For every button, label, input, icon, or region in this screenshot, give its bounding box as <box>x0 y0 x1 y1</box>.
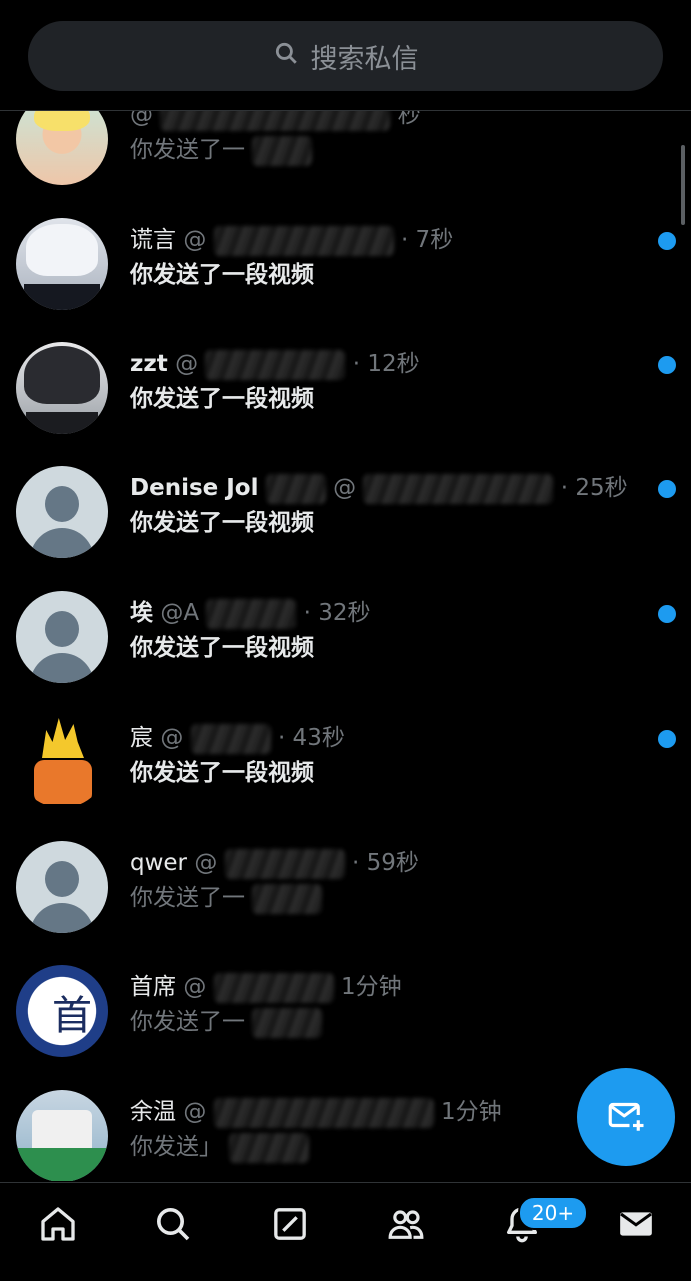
conversation-handle: @ <box>194 850 218 876</box>
messages-icon <box>616 1204 656 1248</box>
default-avatar-icon <box>16 591 108 683</box>
conversation-handle: @ <box>130 111 153 128</box>
default-avatar-icon <box>16 466 108 558</box>
unread-dot <box>658 605 676 623</box>
conversation-preview: 你发送了一 <box>130 137 245 163</box>
scrollbar[interactable] <box>681 145 685 225</box>
unread-dot <box>658 232 676 250</box>
home-icon <box>38 1204 78 1248</box>
bottom-tab-bar: 20+ <box>0 1182 691 1281</box>
redacted-handle <box>205 349 346 380</box>
conversation-preview: 你发送了一段视频 <box>130 760 314 786</box>
conversation-time: · 25秒 <box>560 475 628 501</box>
search-input[interactable]: 搜索私信 <box>28 21 663 91</box>
redacted-preview <box>252 1007 323 1038</box>
conversation-time: · 7秒 <box>400 227 454 253</box>
conversation-name: zzt <box>130 351 168 377</box>
conversation-name: Denise Jol <box>130 475 259 501</box>
redacted-handle <box>363 473 554 504</box>
notification-badge: 20+ <box>518 1196 588 1230</box>
search-placeholder: 搜索私信 <box>310 43 419 75</box>
conversation-handle: @ <box>183 974 207 1000</box>
unread-dot <box>658 480 676 498</box>
compose-icon <box>270 1204 310 1248</box>
tab-home[interactable] <box>33 1201 83 1251</box>
conversation-time: · 59秒 <box>351 850 419 876</box>
conversation-preview: 你发送了一段视频 <box>130 262 314 288</box>
redacted-handle <box>190 723 271 754</box>
conversation-name: 首席 <box>130 974 176 1000</box>
conversation-handle: @A <box>160 600 200 626</box>
conversation-preview: 你发送了一段视频 <box>130 510 314 536</box>
redacted-preview <box>252 883 323 914</box>
tab-compose[interactable] <box>265 1201 315 1251</box>
search-header: 搜索私信 <box>0 0 691 111</box>
avatar: 首 <box>16 965 108 1057</box>
conversation-preview: 你发送了一段视频 <box>130 635 314 661</box>
conversation-handle: @ <box>183 227 207 253</box>
conversation-time: · 32秒 <box>303 600 371 626</box>
avatar <box>16 716 108 808</box>
conversation-name: 谎言 <box>130 227 176 253</box>
conversation-row[interactable]: 宸 @ · 43秒 你发送了一段视频 <box>0 716 691 840</box>
conversation-row[interactable]: qwer @ · 59秒 你发送了一 <box>0 841 691 965</box>
redacted-handle <box>213 972 334 1003</box>
avatar <box>16 1090 108 1181</box>
conversation-handle: @ <box>183 1099 207 1125</box>
redacted-handle <box>224 848 345 879</box>
communities-icon <box>386 1204 426 1248</box>
conversation-time: · 12秒 <box>352 351 420 377</box>
conversation-time: 秒 <box>397 111 421 128</box>
search-icon <box>153 1204 193 1248</box>
conversation-row[interactable]: zzt @ · 12秒 你发送了一段视频 <box>0 342 691 466</box>
conversation-preview: 你发送了一段视频 <box>130 386 314 412</box>
redacted-preview <box>229 1132 310 1163</box>
conversation-time: · 43秒 <box>277 725 345 751</box>
conversation-row[interactable]: 首 首席 @ 1分钟 你发送了一 <box>0 965 691 1089</box>
avatar <box>16 342 108 434</box>
conversation-name: qwer <box>130 850 188 876</box>
redacted-preview <box>252 135 313 166</box>
new-message-button[interactable] <box>577 1068 675 1166</box>
conversation-name: 埃 <box>130 600 153 626</box>
new-message-icon <box>605 1094 647 1140</box>
conversation-row[interactable]: 谎言 @ · 7秒 你发送了一段视频 <box>0 218 691 342</box>
conversation-handle: @ <box>333 475 357 501</box>
tab-messages[interactable] <box>611 1201 661 1251</box>
redacted-handle <box>160 111 391 131</box>
avatar <box>16 111 108 185</box>
tab-communities[interactable] <box>381 1201 431 1251</box>
conversation-row[interactable]: Denise Jol @ · 25秒 你发送了一段视频 <box>0 466 691 590</box>
redacted-name <box>265 473 326 504</box>
unread-dot <box>658 356 676 374</box>
conversation-name: 宸 <box>130 725 153 751</box>
conversation-time: 1分钟 <box>440 1099 502 1125</box>
redacted-handle <box>206 598 297 629</box>
conversation-preview: 你发送了一 <box>130 1009 245 1035</box>
redacted-handle <box>213 225 394 256</box>
redacted-handle <box>213 1097 434 1128</box>
conversation-handle: @ <box>175 351 199 377</box>
conversation-preview: 你发送」 <box>130 1134 222 1160</box>
tab-search[interactable] <box>148 1201 198 1251</box>
conversation-preview: 你发送了一 <box>130 885 245 911</box>
conversation-handle: @ <box>160 725 184 751</box>
conversation-time: 1分钟 <box>340 974 402 1000</box>
conversation-name: 余温 <box>130 1099 176 1125</box>
conversation-row[interactable]: 埃 @A · 32秒 你发送了一段视频 <box>0 591 691 715</box>
conversation-list: @ 秒 你发送了一 谎言 @ · 7秒 你发送了一段视频 zzt @ · 12秒… <box>0 111 691 1181</box>
conversation-row[interactable]: @ 秒 你发送了一 <box>0 111 691 217</box>
unread-dot <box>658 730 676 748</box>
search-icon <box>273 40 299 73</box>
avatar-glyph: 首 <box>52 993 92 1039</box>
avatar <box>16 218 108 310</box>
default-avatar-icon <box>16 841 108 933</box>
